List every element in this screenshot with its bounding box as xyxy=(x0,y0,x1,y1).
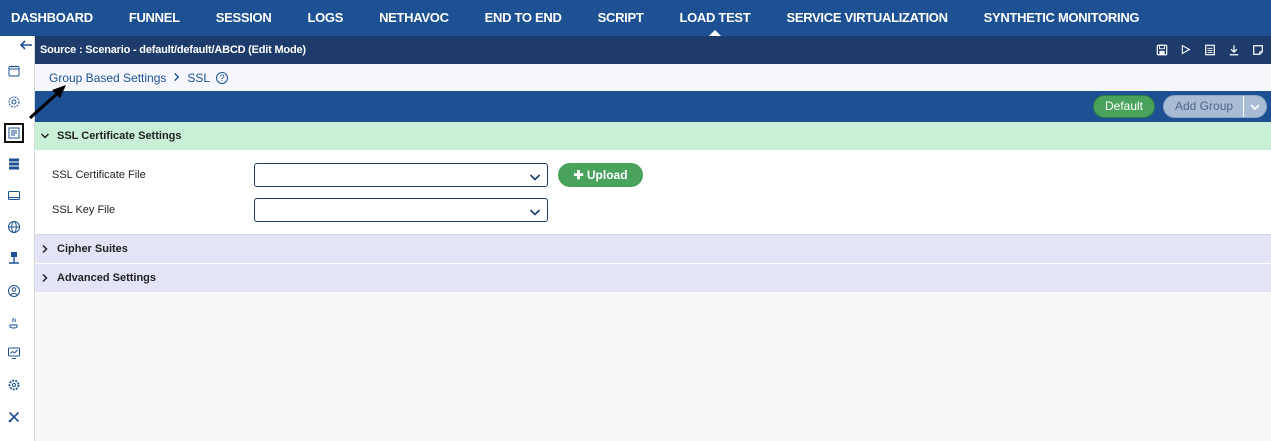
ssl-settings-panel: SSL Certificate File ✚ Upload SSL Key Fi… xyxy=(35,150,1271,235)
ssl-key-file-select[interactable] xyxy=(254,198,548,222)
annotation-arrow-icon xyxy=(28,85,66,120)
breadcrumb-ssl: SSL xyxy=(187,70,211,85)
cipher-suites-header[interactable]: Cipher Suites xyxy=(35,235,1271,263)
network-icon[interactable] xyxy=(5,249,23,267)
ssl-certificate-settings-header[interactable]: SSL Certificate Settings xyxy=(35,122,1271,150)
chevron-right-icon xyxy=(40,273,52,283)
tab-nethavoc[interactable]: NETHAVOC xyxy=(361,0,467,36)
eye-gear-icon[interactable] xyxy=(5,93,23,111)
advanced-settings-header[interactable]: Advanced Settings xyxy=(35,264,1271,292)
tab-synthetic-monitoring[interactable]: SYNTHETIC MONITORING xyxy=(966,0,1158,36)
calendar-icon[interactable] xyxy=(5,62,23,80)
source-toolbar xyxy=(1154,42,1265,57)
source-bar: Source : Scenario - default/default/ABCD… xyxy=(35,36,1271,64)
tab-session[interactable]: SESSION xyxy=(198,0,290,36)
save-icon[interactable] xyxy=(1154,42,1169,57)
breadcrumb: Group Based Settings SSL ? xyxy=(35,64,1271,91)
note-icon[interactable] xyxy=(1250,42,1265,57)
default-button[interactable]: Default xyxy=(1093,95,1155,118)
play-icon[interactable] xyxy=(1178,42,1193,57)
tab-script[interactable]: SCRIPT xyxy=(580,0,662,36)
tab-logs[interactable]: LOGS xyxy=(289,0,361,36)
section-title: Advanced Settings xyxy=(57,272,157,284)
java-icon[interactable] xyxy=(5,314,23,332)
back-arrow-icon[interactable] xyxy=(17,36,35,54)
globe-icon[interactable] xyxy=(5,218,23,236)
monitor-icon[interactable] xyxy=(5,187,23,205)
chevron-down-icon xyxy=(40,131,52,141)
ssl-certificate-file-select[interactable] xyxy=(254,163,548,187)
settings-cog-icon[interactable] xyxy=(5,376,23,394)
chevron-right-icon xyxy=(40,244,52,254)
tab-end-to-end[interactable]: END TO END xyxy=(467,0,580,36)
chevron-down-icon xyxy=(529,205,541,223)
tab-dashboard[interactable]: DASHBOARD xyxy=(0,0,111,36)
chevron-down-icon[interactable] xyxy=(1243,96,1266,117)
add-group-button[interactable]: Add Group xyxy=(1163,95,1267,118)
source-title: Source : Scenario - default/default/ABCD… xyxy=(40,44,306,56)
server-list-icon[interactable] xyxy=(5,155,23,173)
action-bar: Default Add Group xyxy=(35,91,1271,122)
download-icon[interactable] xyxy=(1226,42,1241,57)
user-circle-icon[interactable] xyxy=(5,282,23,300)
help-icon[interactable]: ? xyxy=(216,71,229,84)
top-navigation: DASHBOARD FUNNEL SESSION LOGS NETHAVOC E… xyxy=(0,0,1271,36)
tab-service-virtualization[interactable]: SERVICE VIRTUALIZATION xyxy=(768,0,965,36)
upload-label: Upload xyxy=(586,168,628,182)
section-title: SSL Certificate Settings xyxy=(57,130,182,142)
tools-icon[interactable] xyxy=(5,408,23,426)
ssl-key-file-label: SSL Key File xyxy=(52,204,116,216)
empty-content-area xyxy=(35,292,1271,441)
document-icon[interactable] xyxy=(1202,42,1217,57)
scenario-icon[interactable] xyxy=(4,123,24,143)
tab-load-test[interactable]: LOAD TEST xyxy=(661,0,768,36)
chart-monitor-icon[interactable] xyxy=(5,344,23,362)
chevron-down-icon xyxy=(529,170,541,188)
tab-funnel[interactable]: FUNNEL xyxy=(111,0,198,36)
add-group-label: Add Group xyxy=(1175,99,1234,113)
chevron-right-icon xyxy=(172,71,181,85)
section-title: Cipher Suites xyxy=(57,243,128,255)
upload-button[interactable]: ✚ Upload xyxy=(558,163,643,187)
plus-icon: ✚ xyxy=(573,168,587,182)
ssl-certificate-file-label: SSL Certificate File xyxy=(52,169,146,181)
